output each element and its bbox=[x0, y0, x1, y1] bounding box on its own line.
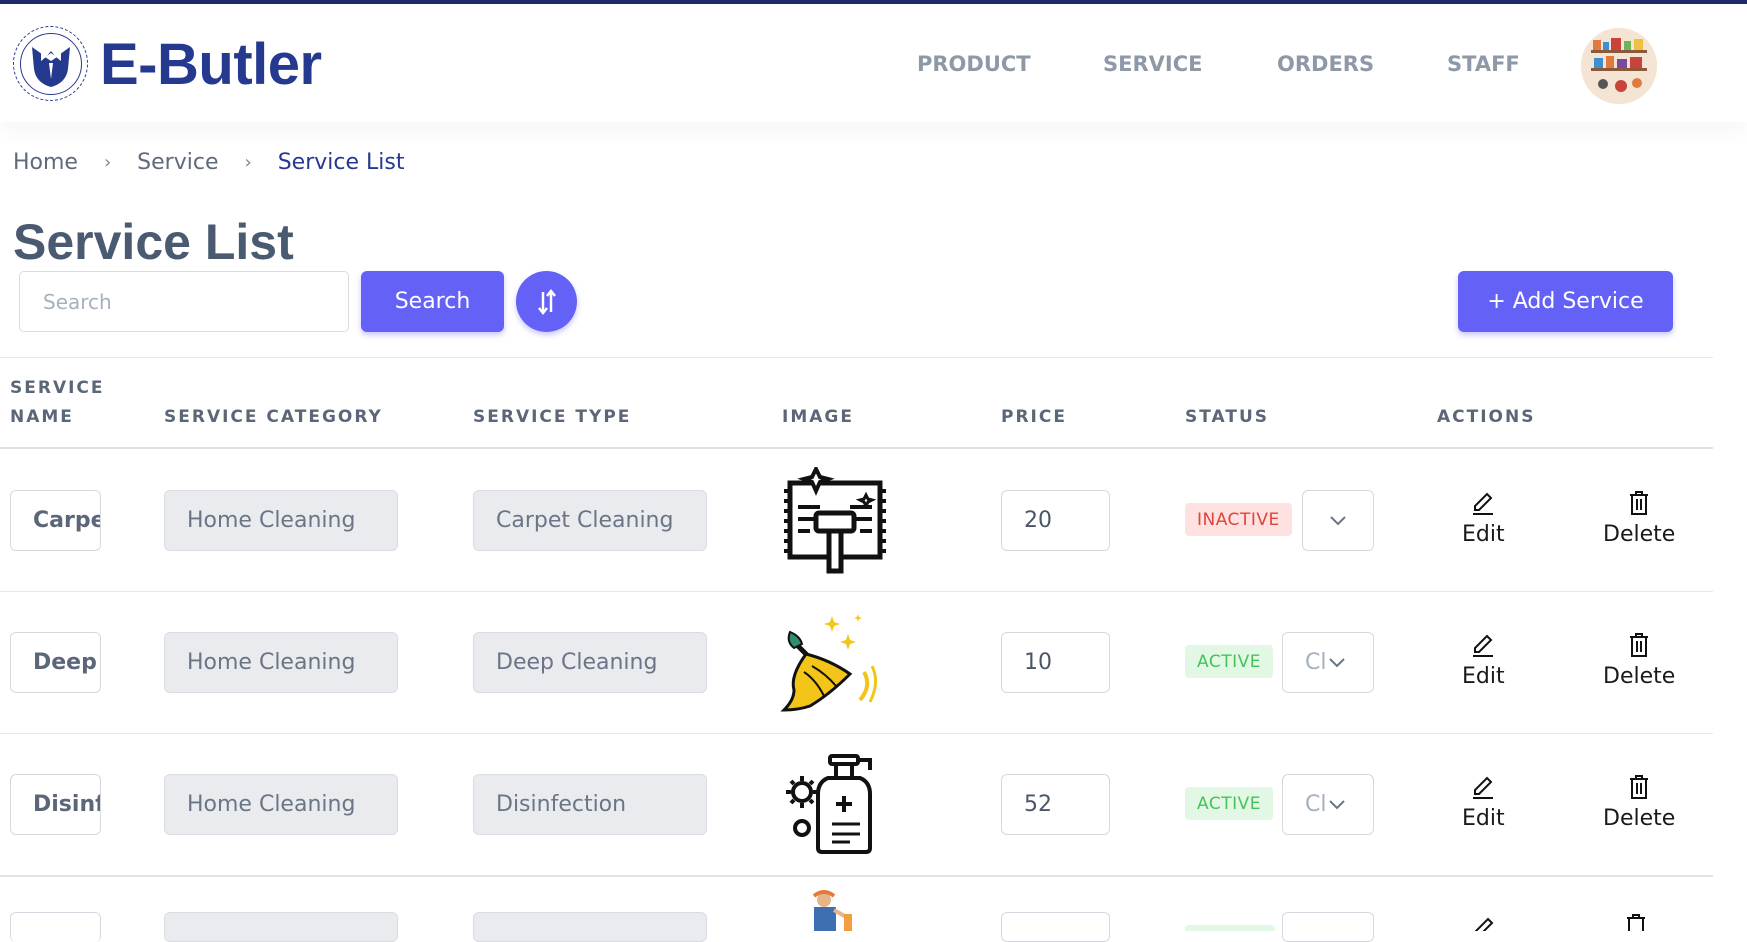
service-category-field: Home Cleaning bbox=[164, 774, 398, 835]
pencil-icon[interactable] bbox=[1472, 915, 1496, 936]
status-select-value: Cl bbox=[1305, 792, 1327, 817]
table-top-border bbox=[0, 357, 1713, 358]
pencil-icon bbox=[1473, 492, 1494, 515]
row-divider bbox=[0, 733, 1713, 734]
service-type-field: Disinfection bbox=[473, 774, 707, 835]
nav-orders[interactable]: ORDERS bbox=[1277, 52, 1374, 76]
price-input[interactable]: 52 bbox=[1001, 774, 1110, 835]
breadcrumb-current: Service List bbox=[277, 150, 405, 175]
header-service-type: SERVICE TYPE bbox=[473, 407, 632, 427]
status-badge: INACTIVE bbox=[1185, 503, 1292, 536]
delete-label: Delete bbox=[1603, 664, 1676, 689]
sanitizer-bottle-icon bbox=[780, 752, 890, 862]
chevron-right-icon: › bbox=[244, 152, 252, 173]
breadcrumb: Home › Service › Service List bbox=[13, 150, 404, 175]
delete-label: Delete bbox=[1603, 522, 1676, 547]
delete-label: Delete bbox=[1603, 806, 1676, 831]
header-actions: ACTIONS bbox=[1437, 407, 1536, 427]
delete-button[interactable]: Delete bbox=[1603, 632, 1675, 689]
service-type-field: Carpet Cleaning bbox=[473, 490, 707, 551]
status-select[interactable]: Cl bbox=[1282, 774, 1374, 835]
status-select-value: Cl bbox=[1305, 650, 1327, 675]
brand-name[interactable]: E-Butler bbox=[100, 31, 322, 98]
header-service-name-line1: SERVICE bbox=[10, 378, 105, 398]
chevron-down-icon bbox=[1329, 799, 1346, 809]
edit-button[interactable]: Edit bbox=[1462, 632, 1505, 689]
status-select[interactable]: Cl bbox=[1282, 632, 1374, 693]
search-input[interactable] bbox=[19, 271, 349, 332]
sparkle-broom-icon bbox=[780, 610, 890, 720]
nav-service[interactable]: SERVICE bbox=[1103, 52, 1202, 76]
trash-icon[interactable] bbox=[1625, 913, 1647, 938]
service-category-field: Home Cleaning bbox=[164, 632, 398, 693]
avatar[interactable] bbox=[1581, 28, 1657, 104]
page-title: Service List bbox=[13, 214, 294, 270]
status-badge: ACTIVE bbox=[1185, 787, 1273, 820]
service-name-input[interactable] bbox=[10, 912, 101, 942]
navbar: E-Butler PRODUCT SERVICE ORDERS STAFF bbox=[0, 4, 1747, 122]
delete-button[interactable]: Delete bbox=[1603, 774, 1675, 831]
status-select[interactable] bbox=[1302, 490, 1374, 551]
status-badge bbox=[1185, 925, 1275, 931]
service-category-field bbox=[164, 912, 398, 942]
chevron-down-icon bbox=[1329, 657, 1346, 667]
header-status: STATUS bbox=[1185, 407, 1270, 427]
header-price: PRICE bbox=[1001, 407, 1067, 427]
butler-logo-icon bbox=[19, 32, 82, 95]
nav-product[interactable]: PRODUCT bbox=[917, 52, 1031, 76]
edit-button[interactable]: Edit bbox=[1462, 490, 1505, 547]
trash-icon bbox=[1630, 775, 1649, 799]
service-name-input[interactable]: Disinfection bbox=[10, 774, 101, 835]
price-input[interactable]: 10 bbox=[1001, 632, 1110, 693]
header-image: IMAGE bbox=[782, 407, 854, 427]
breadcrumb-service[interactable]: Service bbox=[137, 150, 218, 175]
search-button[interactable]: Search bbox=[361, 271, 504, 332]
delete-button[interactable]: Delete bbox=[1603, 490, 1675, 547]
kitchen-shelves-icon bbox=[1581, 28, 1657, 104]
header-service-name-line2: NAME bbox=[10, 407, 74, 427]
chevron-down-icon bbox=[1330, 515, 1346, 525]
status-badge: ACTIVE bbox=[1185, 645, 1273, 678]
service-name-input[interactable]: Carpet Cleaning bbox=[10, 490, 101, 551]
status-select[interactable] bbox=[1282, 912, 1374, 942]
price-input[interactable] bbox=[1001, 912, 1110, 942]
row-divider bbox=[0, 591, 1713, 592]
edit-button[interactable]: Edit bbox=[1462, 774, 1505, 831]
sort-button[interactable] bbox=[516, 271, 577, 332]
logo-badge[interactable] bbox=[13, 26, 88, 101]
price-input[interactable]: 20 bbox=[1001, 490, 1110, 551]
pencil-icon bbox=[1473, 634, 1494, 657]
sort-arrows-icon bbox=[537, 288, 556, 315]
table-header-border bbox=[0, 447, 1713, 449]
edit-label: Edit bbox=[1462, 806, 1505, 831]
edit-label: Edit bbox=[1462, 522, 1505, 547]
service-type-field bbox=[473, 912, 707, 942]
add-service-button[interactable]: + Add Service bbox=[1458, 271, 1673, 332]
nav-staff[interactable]: STAFF bbox=[1447, 52, 1520, 76]
worker-image-icon bbox=[800, 890, 860, 931]
pencil-icon bbox=[1473, 776, 1494, 799]
service-name-input[interactable]: Deep Cleaning bbox=[10, 632, 101, 693]
edit-label: Edit bbox=[1462, 664, 1505, 689]
trash-icon bbox=[1630, 633, 1649, 657]
breadcrumb-home[interactable]: Home bbox=[13, 150, 78, 175]
header-service-name: SERVICE NAME bbox=[10, 374, 105, 432]
chevron-right-icon: › bbox=[103, 152, 112, 173]
service-type-field: Deep Cleaning bbox=[473, 632, 707, 693]
trash-icon bbox=[1630, 491, 1649, 515]
carpet-vacuum-icon bbox=[780, 464, 890, 577]
row-divider bbox=[0, 875, 1713, 877]
header-service-category: SERVICE CATEGORY bbox=[164, 407, 383, 427]
service-category-field: Home Cleaning bbox=[164, 490, 398, 551]
